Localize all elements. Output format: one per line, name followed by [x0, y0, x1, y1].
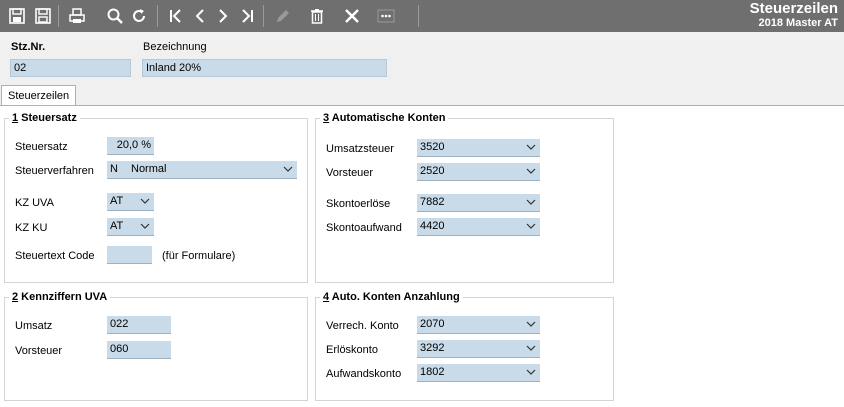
skontoaufwand-value: 4420 [420, 220, 445, 232]
kz-ku-label: KZ KU [15, 222, 48, 234]
kz-ku-value: AT [110, 220, 124, 232]
vorsteuer-konto-select[interactable]: 2520 [417, 163, 540, 181]
kz-uva-select[interactable]: AT [107, 193, 154, 211]
chevron-down-icon [526, 144, 536, 150]
refresh-icon[interactable] [128, 5, 150, 27]
vorsteuer-konto-value: 2520 [420, 165, 445, 177]
app-title: Steuerzeilen [749, 0, 838, 17]
vorsteuer-kz-label: Vorsteuer [15, 345, 63, 357]
steuertext-hint: (für Formulare) [162, 250, 236, 262]
chevron-down-icon [283, 166, 293, 172]
umsatz-field[interactable]: 022 [107, 316, 171, 334]
verrech-konto-label: Verrech. Konto [326, 320, 399, 332]
steuerverfahren-select[interactable]: N Normal [107, 161, 297, 179]
group-steuersatz-title: 1 Steuersatz [9, 112, 80, 124]
chevron-down-icon [526, 168, 536, 174]
chevron-down-icon [526, 321, 536, 327]
erloeskonto-value: 3292 [420, 342, 445, 354]
aufwandskonto-select[interactable]: 1802 [417, 364, 540, 382]
previous-record-icon[interactable] [189, 5, 211, 27]
kz-ku-select[interactable]: AT [107, 218, 154, 236]
steuersatz-field[interactable]: 20,0 % [107, 137, 154, 155]
delete-icon[interactable] [306, 5, 328, 27]
save-icon[interactable] [6, 5, 28, 27]
tab-content: 1 Steuersatz Steuersatz 20,0 % Steuerver… [0, 106, 844, 407]
more-icon[interactable] [375, 5, 397, 27]
bezeichnung-label: Bezeichnung [143, 41, 207, 53]
umsatzsteuer-label: Umsatzsteuer [326, 143, 394, 155]
bezeichnung-field[interactable]: Inland 20% [142, 59, 387, 77]
app-subtitle: 2018 Master AT [758, 17, 838, 29]
umsatz-label: Umsatz [15, 320, 53, 332]
skontoerloese-select[interactable]: 7882 [417, 194, 540, 212]
record-header: Stz.Nr. 02 Bezeichnung Inland 20% [0, 32, 844, 88]
tab-bar: Steuerzeilen [0, 84, 844, 107]
group-anzahlung-title: 4 Auto. Konten Anzahlung [320, 291, 463, 303]
last-record-icon[interactable] [236, 5, 258, 27]
group-autokonten-title: 3 Automatische Konten [320, 112, 449, 124]
steuerverfahren-label: Steuerverfahren [15, 165, 94, 177]
search-icon[interactable] [104, 5, 126, 27]
vorsteuer-kz-field[interactable]: 060 [107, 341, 171, 359]
close-icon[interactable] [341, 5, 363, 27]
aufwandskonto-label: Aufwandskonto [326, 368, 402, 380]
stz-nr-label: Stz.Nr. [11, 41, 46, 53]
chevron-down-icon [526, 223, 536, 229]
aufwandskonto-value: 1802 [420, 366, 445, 378]
skontoerloese-label: Skontoerlöse [326, 198, 391, 210]
steuerverfahren-code: N [110, 163, 118, 175]
vorsteuer-konto-label: Vorsteuer [326, 167, 374, 179]
erloeskonto-label: Erlöskonto [326, 344, 378, 356]
edit-icon[interactable] [272, 5, 294, 27]
umsatzsteuer-select[interactable]: 3520 [417, 139, 540, 157]
group-kennziffern-uva: 2 Kennziffern UVA Umsatz 022 Vorsteuer 0… [4, 291, 308, 401]
verrech-konto-select[interactable]: 2070 [417, 316, 540, 334]
group-steuersatz: 1 Steuersatz Steuersatz 20,0 % Steuerver… [4, 112, 308, 283]
toolbar: Steuerzeilen 2018 Master AT [0, 0, 844, 32]
steuertext-code-field[interactable] [107, 246, 152, 264]
save-close-icon[interactable] [32, 5, 54, 27]
erloeskonto-select[interactable]: 3292 [417, 340, 540, 358]
steuerverfahren-value: Normal [131, 163, 167, 175]
kz-uva-label: KZ UVA [15, 197, 54, 209]
skontoerloese-value: 7882 [420, 196, 445, 208]
skontoaufwand-select[interactable]: 4420 [417, 218, 540, 236]
print-icon[interactable] [66, 5, 88, 27]
steuertext-code-label: Steuertext Code [15, 250, 95, 262]
chevron-down-icon [526, 199, 536, 205]
stz-nr-field[interactable]: 02 [10, 59, 131, 77]
tab-steuerzeilen[interactable]: Steuerzeilen [1, 85, 77, 107]
group-auto-konten-anzahlung: 4 Auto. Konten Anzahlung Verrech. Konto … [315, 291, 614, 401]
group-kennziffern-title: 2 Kennziffern UVA [9, 291, 111, 303]
steuersatz-label: Steuersatz [15, 141, 68, 153]
kz-uva-value: AT [110, 195, 124, 207]
chevron-down-icon [140, 198, 150, 204]
umsatzsteuer-value: 3520 [420, 141, 445, 153]
next-record-icon[interactable] [212, 5, 234, 27]
chevron-down-icon [526, 345, 536, 351]
first-record-icon[interactable] [165, 5, 187, 27]
group-automatische-konten: 3 Automatische Konten Umsatzsteuer 3520 … [315, 112, 614, 283]
skontoaufwand-label: Skontoaufwand [326, 222, 402, 234]
chevron-down-icon [140, 223, 150, 229]
chevron-down-icon [526, 369, 536, 375]
verrech-konto-value: 2070 [420, 318, 445, 330]
